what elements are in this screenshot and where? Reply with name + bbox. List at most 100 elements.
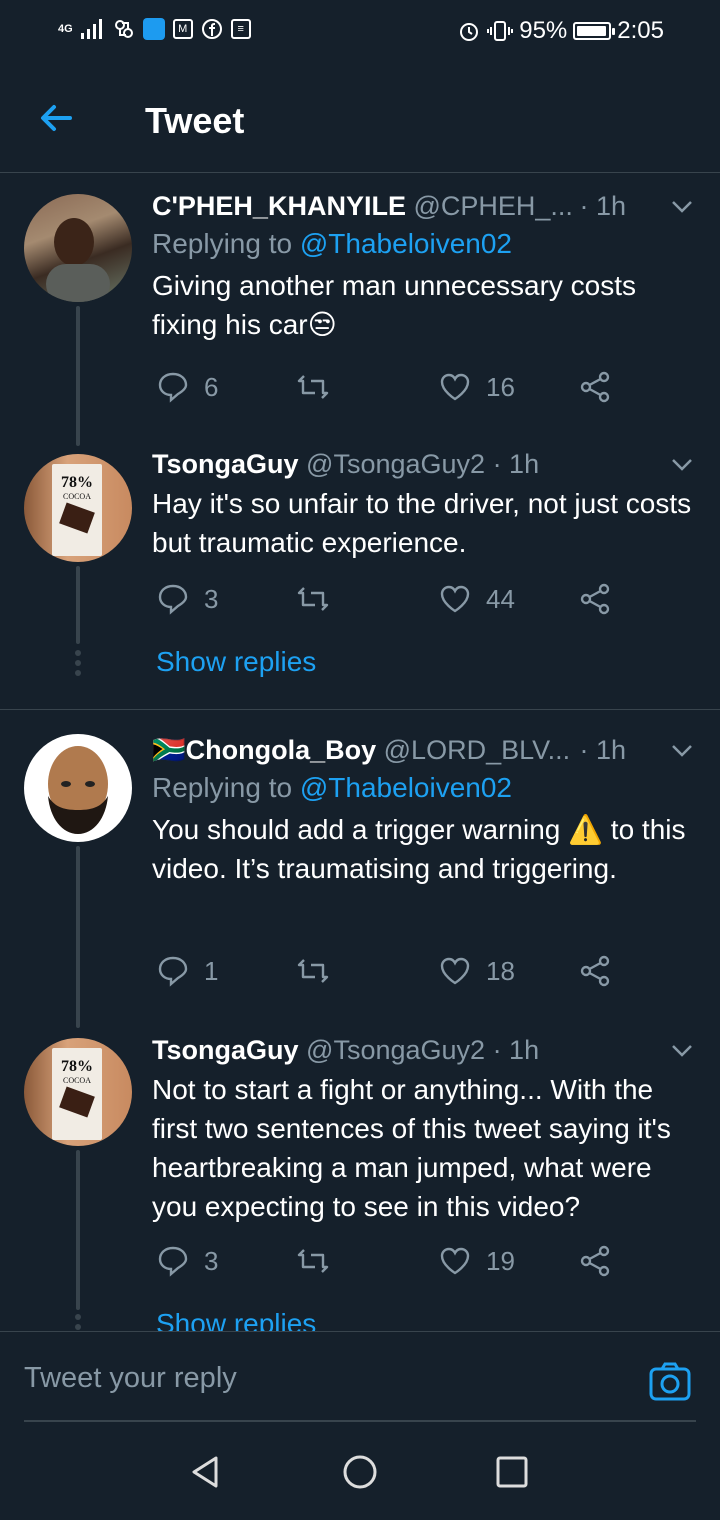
mention-link[interactable]: @Thabeloiven02 xyxy=(300,228,512,259)
chocolate-bar-image: 78% COCOA xyxy=(52,464,102,556)
nav-home-icon[interactable] xyxy=(340,1452,380,1492)
show-replies-link[interactable]: Show replies xyxy=(156,1308,316,1331)
like-count: 44 xyxy=(486,583,515,614)
user-handle[interactable]: @TsongaGuy2 xyxy=(306,449,485,479)
retweet-icon xyxy=(297,959,329,983)
avatar-label: 78% xyxy=(61,474,93,491)
mention-link[interactable]: @Thabeloiven02 xyxy=(300,772,512,803)
nav-back-icon[interactable] xyxy=(186,1452,226,1492)
tweet-text: Hay it's so unfair to the driver, not ju… xyxy=(152,488,692,558)
chevron-down-icon[interactable] xyxy=(668,192,696,220)
tweet-item[interactable]: 78% COCOA TsongaGuy @TsongaGuy2 · 1h Hay… xyxy=(0,432,720,708)
signal-bars-icon xyxy=(80,19,102,39)
display-name[interactable]: 🇿🇦Chongola_Boy xyxy=(152,735,376,765)
status-icons-right: 95% 2:05 xyxy=(457,17,664,45)
reply-count: 6 xyxy=(204,371,219,402)
share-button[interactable] xyxy=(578,370,612,404)
status-icons-left: 4G M ≡ xyxy=(58,18,251,40)
nav-recents-icon[interactable] xyxy=(492,1452,532,1492)
reply-button[interactable]: 6 xyxy=(156,370,218,404)
reply-input[interactable]: Tweet your reply xyxy=(24,1362,237,1395)
reply-count: 1 xyxy=(204,955,219,986)
avatar[interactable]: 78% COCOA xyxy=(24,454,132,562)
news-icon: ≡ xyxy=(230,19,251,39)
camera-icon[interactable] xyxy=(648,1360,692,1404)
avatar[interactable]: 78% COCOA xyxy=(24,1038,132,1146)
tweet-body: TsongaGuy @TsongaGuy2 · 1h Not to start … xyxy=(152,1032,696,1226)
replying-to: Replying to @Thabeloiven02 xyxy=(152,224,696,264)
chevron-down-icon[interactable] xyxy=(668,450,696,478)
share-button[interactable] xyxy=(578,582,612,616)
more-replies-dots xyxy=(74,1310,82,1331)
alarm-icon xyxy=(460,23,479,41)
avatar[interactable] xyxy=(24,194,132,302)
back-arrow-icon[interactable] xyxy=(34,96,78,140)
battery-icon xyxy=(573,22,616,40)
more-replies-dots xyxy=(74,646,82,680)
tweet-item[interactable]: 78% COCOA TsongaGuy @TsongaGuy2 · 1h Not… xyxy=(0,1020,720,1331)
tweet-body: TsongaGuy @TsongaGuy2 · 1h Hay it's so u… xyxy=(152,446,696,562)
tweet-text: Not to start a fight or anything... With… xyxy=(152,1074,671,1222)
like-count: 16 xyxy=(486,371,515,402)
tweet-text: You should add a trigger warning ⚠️ to t… xyxy=(152,814,686,884)
user-handle[interactable]: @LORD_BLV... xyxy=(384,735,571,765)
avatar[interactable] xyxy=(24,734,132,842)
replying-prefix: Replying to xyxy=(152,772,300,803)
facebook-icon xyxy=(201,19,222,39)
user-handle[interactable]: @CPHEH_... xyxy=(413,191,572,221)
tweet-item[interactable]: 🇿🇦Chongola_Boy @LORD_BLV... · 1h Replyin… xyxy=(0,710,720,1028)
display-name[interactable]: TsongaGuy xyxy=(152,1035,299,1065)
like-count: 18 xyxy=(486,955,515,986)
reply-button[interactable]: 1 xyxy=(156,954,218,988)
show-replies-link[interactable]: Show replies xyxy=(156,646,316,678)
reply-icon xyxy=(158,956,188,987)
reply-button[interactable]: 3 xyxy=(156,1244,218,1278)
retweet-icon xyxy=(297,375,329,399)
reply-button[interactable]: 3 xyxy=(156,582,218,616)
clock: 2:05 xyxy=(617,17,664,44)
reply-count: 3 xyxy=(204,1245,219,1276)
retweet-icon xyxy=(297,1249,329,1273)
like-button[interactable]: 19 xyxy=(438,1244,515,1278)
thread-line xyxy=(76,566,80,644)
battery-level xyxy=(577,26,606,36)
tweet-body: C'PHEH_KHANYILE @CPHEH_... · 1h Replying… xyxy=(152,188,696,344)
chocolate-bar-image: 78% COCOA xyxy=(52,1048,102,1140)
avatar-sublabel: COCOA xyxy=(62,492,91,501)
retweet-button[interactable] xyxy=(296,1244,330,1278)
retweet-icon xyxy=(297,587,329,611)
like-icon xyxy=(440,585,470,613)
retweet-button[interactable] xyxy=(296,954,330,988)
tweet-time: · 1h xyxy=(579,191,626,221)
like-button[interactable]: 16 xyxy=(438,370,515,404)
share-button[interactable] xyxy=(578,954,612,988)
chevron-down-icon[interactable] xyxy=(668,736,696,764)
tweet-item[interactable]: C'PHEH_KHANYILE @CPHEH_... · 1h Replying… xyxy=(0,172,720,446)
display-name[interactable]: C'PHEH_KHANYILE xyxy=(152,191,406,221)
share-icon xyxy=(580,955,610,987)
avatar-sublabel: COCOA xyxy=(62,1076,91,1085)
reply-composer: Tweet your reply xyxy=(0,1331,720,1424)
user-handle[interactable]: @TsongaGuy2 xyxy=(306,1035,485,1065)
retweet-button[interactable] xyxy=(296,370,330,404)
thread-line xyxy=(76,306,80,446)
reply-icon xyxy=(158,584,188,615)
tweet-header: C'PHEH_KHANYILE @CPHEH_... · 1h xyxy=(152,188,696,224)
retweet-button[interactable] xyxy=(296,582,330,616)
replying-prefix: Replying to xyxy=(152,228,300,259)
like-button[interactable]: 18 xyxy=(438,954,515,988)
share-icon xyxy=(580,1245,610,1277)
app-bar: Tweet xyxy=(0,62,720,173)
like-count: 19 xyxy=(486,1245,515,1276)
share-button[interactable] xyxy=(578,1244,612,1278)
chevron-down-icon[interactable] xyxy=(668,1036,696,1064)
tweet-time: · 1h xyxy=(492,1035,540,1065)
tweet-header: TsongaGuy @TsongaGuy2 · 1h xyxy=(152,1032,696,1068)
tweet-body: 🇿🇦Chongola_Boy @LORD_BLV... · 1h Replyin… xyxy=(152,732,696,888)
vibrate-icon xyxy=(487,21,514,41)
like-button[interactable]: 44 xyxy=(438,582,515,616)
like-icon xyxy=(440,957,470,985)
tweet-actions: 1 18 xyxy=(156,954,626,994)
display-name[interactable]: TsongaGuy xyxy=(152,449,299,479)
reply-icon xyxy=(158,372,188,403)
